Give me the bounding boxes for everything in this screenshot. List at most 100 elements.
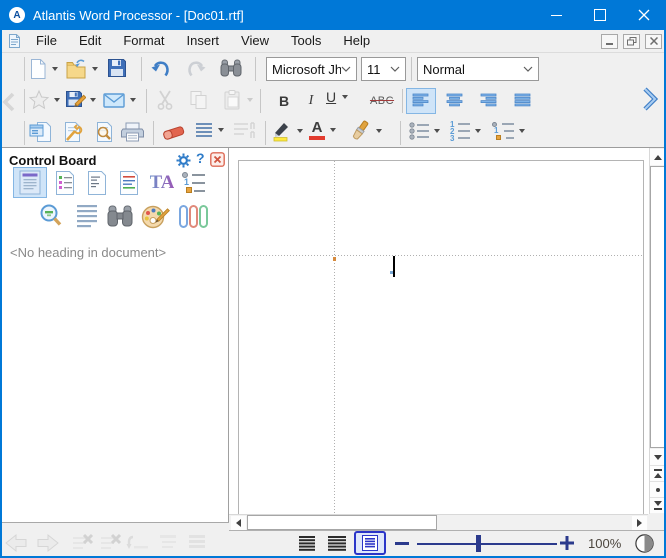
- gear-icon[interactable]: [176, 153, 191, 168]
- menu-file[interactable]: File: [25, 30, 68, 52]
- align-justify-button[interactable]: [508, 88, 538, 114]
- document-editor[interactable]: [229, 148, 649, 514]
- email-dropdown-arrow[interactable]: [130, 98, 136, 102]
- find-pane-button[interactable]: [103, 200, 137, 232]
- find-button[interactable]: [219, 57, 243, 79]
- redo-button[interactable]: [184, 57, 208, 81]
- window-maximize-button[interactable]: [578, 0, 622, 30]
- align-center-button[interactable]: [440, 88, 470, 114]
- menu-help[interactable]: Help: [332, 30, 381, 52]
- zoom-in-button[interactable]: [559, 535, 575, 551]
- bullet-list-button[interactable]: [408, 120, 440, 142]
- menu-insert[interactable]: Insert: [176, 30, 231, 52]
- toolbar-collapse-button[interactable]: [1, 91, 17, 113]
- outline-pane-button[interactable]: 1: [178, 167, 210, 198]
- highlight-color-button[interactable]: [271, 120, 303, 142]
- align-right-button[interactable]: [474, 88, 504, 114]
- document-menu-icon[interactable]: [7, 33, 22, 49]
- online-view-button[interactable]: [324, 533, 350, 554]
- document-restore-button[interactable]: [623, 34, 640, 49]
- email-button[interactable]: [102, 89, 136, 111]
- control-board-toggle-button[interactable]: [28, 120, 54, 144]
- toolbar-handle[interactable]: [24, 89, 25, 113]
- paragraph-pane-button[interactable]: [72, 200, 102, 232]
- horizontal-scroll-thumb[interactable]: [247, 515, 437, 530]
- document-close-button[interactable]: [645, 34, 662, 49]
- multilevel-list-dropdown-arrow[interactable]: [519, 129, 525, 133]
- scroll-left-button[interactable]: [231, 516, 246, 530]
- eraser-button[interactable]: [160, 120, 188, 144]
- previous-page-button[interactable]: [650, 465, 665, 481]
- full-screen-toggle-icon[interactable]: [634, 533, 655, 554]
- colors-pane-button[interactable]: [138, 200, 172, 232]
- menu-tools[interactable]: Tools: [280, 30, 332, 52]
- menu-view[interactable]: View: [230, 30, 280, 52]
- numbered-list-dropdown-arrow[interactable]: [475, 129, 481, 133]
- fonts-pane-button[interactable]: TA: [147, 167, 177, 198]
- copy-button[interactable]: [188, 89, 210, 111]
- print-button[interactable]: [120, 120, 146, 144]
- font-name-combo[interactable]: Microsoft Jh: [266, 57, 357, 81]
- line-spacing-button[interactable]: [194, 120, 224, 140]
- save-special-dropdown-arrow[interactable]: [90, 98, 96, 102]
- format-painter-button[interactable]: [347, 119, 382, 143]
- toolbar-handle[interactable]: [24, 57, 25, 81]
- toc-pane-button[interactable]: [49, 167, 81, 198]
- line-spacing-dropdown-arrow[interactable]: [218, 128, 224, 132]
- formatting-marks-button[interactable]: [232, 120, 258, 142]
- open-button[interactable]: [64, 57, 98, 81]
- review-pane-button[interactable]: [113, 167, 145, 198]
- scroll-right-button[interactable]: [632, 516, 647, 530]
- strikethrough-button[interactable]: ABC: [364, 89, 400, 113]
- underline-button[interactable]: U: [326, 89, 348, 105]
- draft-view-button[interactable]: [294, 533, 320, 554]
- print-preview-button[interactable]: [92, 120, 116, 144]
- next-page-button[interactable]: [650, 497, 665, 513]
- zoom-slider-thumb[interactable]: [476, 535, 481, 552]
- open-dropdown-arrow[interactable]: [92, 67, 98, 71]
- clips-pane-button[interactable]: [175, 200, 211, 232]
- new-document-button[interactable]: [28, 57, 58, 81]
- save-special-button[interactable]: [64, 89, 96, 111]
- bullet-list-dropdown-arrow[interactable]: [434, 129, 440, 133]
- zoom-pane-button[interactable]: [36, 200, 66, 232]
- underline-dropdown-arrow[interactable]: [342, 95, 348, 99]
- favorites-dropdown-arrow[interactable]: [54, 98, 60, 102]
- align-left-button[interactable]: [406, 88, 436, 114]
- window-close-button[interactable]: [622, 0, 666, 30]
- menu-format[interactable]: Format: [112, 30, 175, 52]
- panel-close-icon[interactable]: [210, 152, 225, 167]
- document-minimize-button[interactable]: [601, 34, 618, 49]
- numbered-list-button[interactable]: 123: [450, 120, 481, 142]
- select-browse-object-button[interactable]: [650, 481, 665, 497]
- toolbar-handle[interactable]: [24, 121, 25, 145]
- undo-button[interactable]: [149, 57, 173, 81]
- format-painter-dropdown-arrow[interactable]: [376, 129, 382, 133]
- headings-pane-button[interactable]: [13, 167, 47, 198]
- multilevel-list-button[interactable]: 1: [492, 120, 525, 142]
- menu-edit[interactable]: Edit: [68, 30, 112, 52]
- font-color-button[interactable]: A: [309, 120, 336, 140]
- scroll-down-button[interactable]: [650, 449, 665, 465]
- paste-button[interactable]: [221, 89, 253, 111]
- comments-pane-button[interactable]: [82, 167, 112, 198]
- page-layout-view-button[interactable]: [354, 531, 386, 555]
- toolbar-expand-button[interactable]: [641, 86, 659, 112]
- vertical-scroll-thumb[interactable]: [650, 166, 665, 448]
- bold-button[interactable]: B: [272, 89, 296, 113]
- save-button[interactable]: [106, 57, 128, 79]
- paragraph-style-combo[interactable]: Normal: [417, 57, 539, 81]
- favorites-button[interactable]: [28, 89, 60, 111]
- font-color-dropdown-arrow[interactable]: [330, 128, 336, 132]
- font-size-combo[interactable]: 11: [361, 57, 406, 81]
- scroll-up-button[interactable]: [650, 149, 665, 165]
- zoom-slider-track[interactable]: [417, 543, 557, 545]
- cut-button[interactable]: [154, 89, 176, 111]
- window-minimize-button[interactable]: [534, 0, 578, 30]
- italic-button[interactable]: I: [300, 89, 322, 113]
- document-options-button[interactable]: [61, 120, 85, 144]
- new-dropdown-arrow[interactable]: [52, 67, 58, 71]
- zoom-out-button[interactable]: [395, 542, 409, 545]
- help-icon[interactable]: ?: [196, 150, 205, 166]
- highlight-dropdown-arrow[interactable]: [297, 129, 303, 133]
